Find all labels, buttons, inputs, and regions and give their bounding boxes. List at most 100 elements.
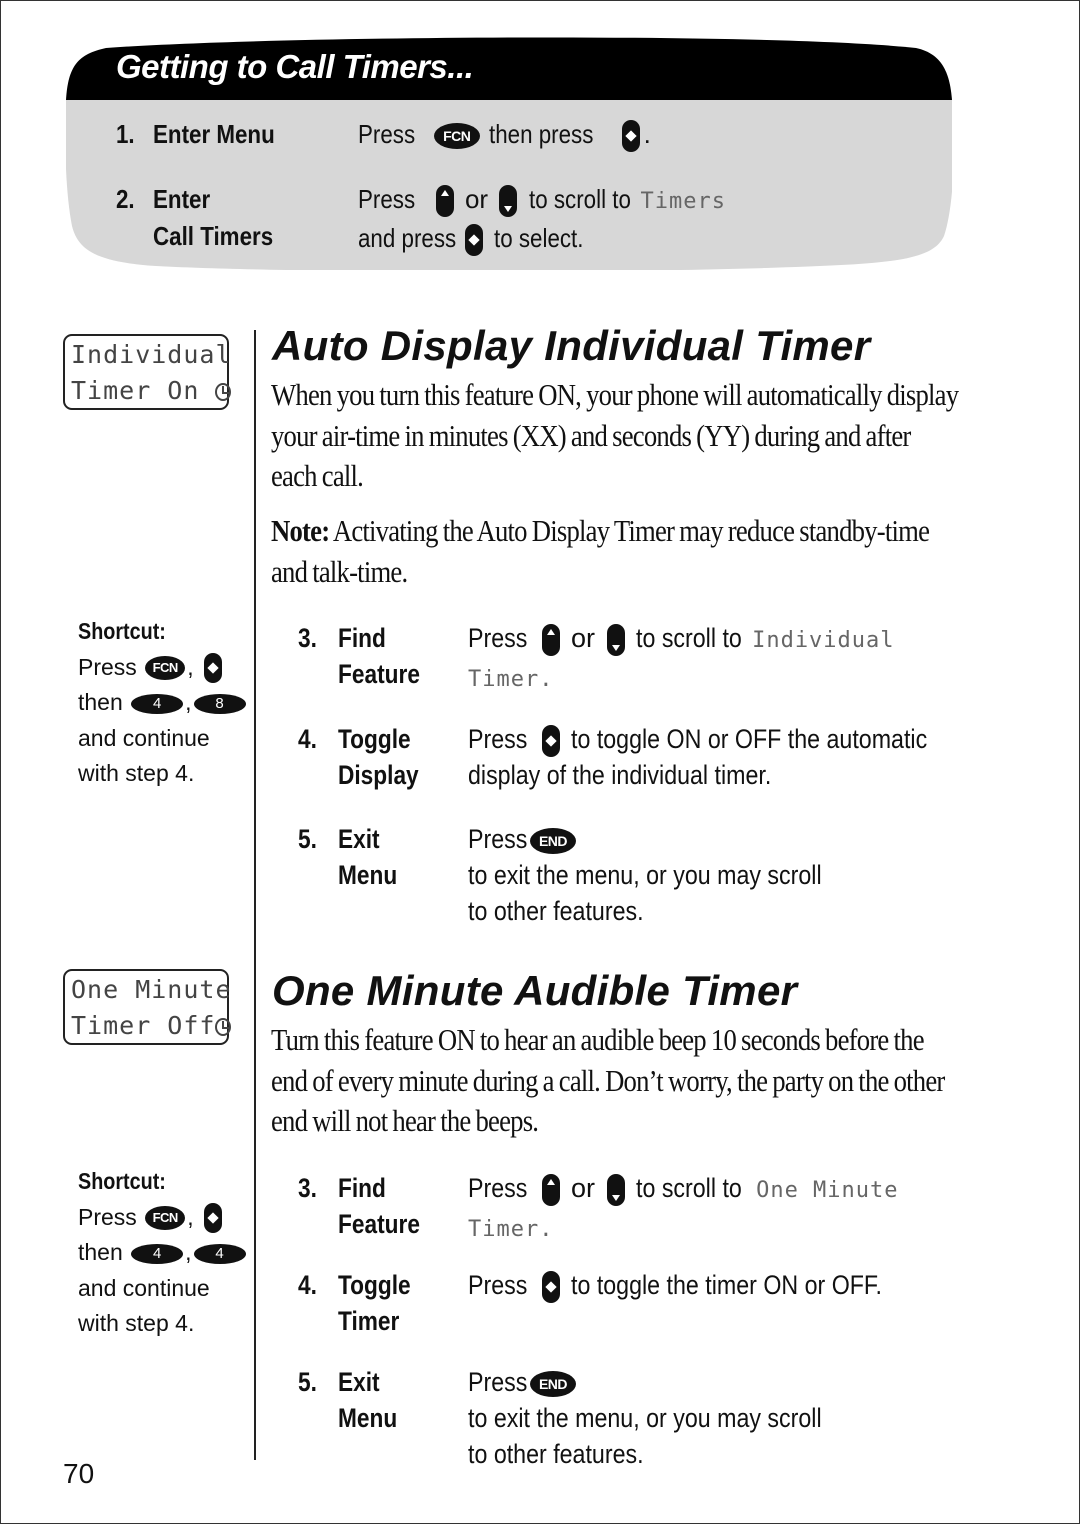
shortcut-text: then <box>78 689 123 715</box>
step-label: Timer <box>338 1306 400 1336</box>
select-key-icon <box>203 1203 222 1234</box>
desc-text: Press <box>468 724 528 754</box>
step-number: 5. <box>298 824 317 854</box>
step-label: Find <box>338 623 386 653</box>
step-label: Exit <box>338 824 380 854</box>
step-label: Feature <box>338 659 420 689</box>
desc-text: Press <box>468 1173 528 1203</box>
intro-text: Turn this feature ON to hear an audible … <box>271 1022 945 1138</box>
comma: , <box>187 653 194 680</box>
step-label: Exit <box>338 1367 380 1397</box>
key-8-icon: 8 <box>193 693 246 714</box>
section1-note: Note: Activating the Auto Display Timer … <box>271 511 961 592</box>
lcd-line-2: Timer On <box>71 376 200 405</box>
header-step-2: 2. <box>116 181 138 218</box>
section-title-auto-display: Auto Display Individual Timer <box>272 322 871 369</box>
shortcut-text: with step 4. <box>78 760 195 786</box>
section1-intro: When you turn this feature ON, your phon… <box>271 375 961 497</box>
lcd-display-one-minute-timer: One Minute Timer Off <box>63 969 232 1045</box>
key-4-icon: 4 <box>193 1243 246 1264</box>
end-key-icon: END <box>530 827 576 854</box>
desc-text: to toggle the timer ON or OFF. <box>571 1270 883 1300</box>
shortcut-title: Shortcut: <box>78 618 166 644</box>
step-label: Menu <box>338 1403 398 1433</box>
desc-text: Press <box>468 623 528 653</box>
step-label: Enter <box>153 184 211 214</box>
header-step-2-label-wrap: Enter Call Timers <box>153 181 293 255</box>
fcn-key-icon: FCN <box>145 1206 186 1231</box>
shortcut-text: and continue <box>78 1274 210 1301</box>
comma: , <box>187 1203 194 1230</box>
comma: , <box>185 689 192 715</box>
select-key-icon <box>541 724 560 757</box>
desc-text: to exit the menu, or you may scroll <box>468 860 822 890</box>
select-key-icon <box>621 120 640 153</box>
comma: , <box>185 1239 192 1265</box>
select-key-icon <box>203 653 222 684</box>
note-text: Activating the Auto Display Timer may re… <box>271 513 930 589</box>
step-number: 4. <box>298 724 317 754</box>
step-label: Menu <box>338 860 398 890</box>
scroll-down-key-icon <box>499 185 518 218</box>
desc-text: and press <box>358 223 457 253</box>
shortcut-text: and continue <box>78 724 210 751</box>
step-label: Toggle <box>338 1270 411 1300</box>
lcd-line-1: One Minute <box>71 975 232 1004</box>
desc-text: to exit the menu, or you may scroll <box>468 1403 822 1433</box>
scroll-up-key-icon <box>541 623 560 656</box>
lcd-inline-text: Timers <box>640 189 727 214</box>
step-label: Feature <box>338 1209 420 1239</box>
shortcut-text: Press <box>78 653 137 680</box>
desc-text: then press <box>488 119 594 149</box>
desc-text: Press <box>468 824 528 854</box>
scroll-up-key-icon <box>435 185 454 218</box>
desc-text: to scroll to <box>636 623 742 653</box>
step-label: Find <box>338 1173 386 1203</box>
scroll-down-key-icon <box>606 1173 625 1206</box>
section-title-one-minute: One Minute Audible Timer <box>272 967 798 1014</box>
select-key-icon <box>465 224 484 257</box>
header-step-1: 1. <box>116 116 138 153</box>
lcd-inline-text: Timer. <box>468 1217 554 1242</box>
shortcut-section1: Shortcut: Press FCN, then 4,8 and contin… <box>78 614 258 792</box>
lcd-line-1: Individual <box>71 340 232 369</box>
key-4-icon: 4 <box>131 693 184 714</box>
step-number: 2. <box>116 184 135 214</box>
lcd-inline-text: One Minute <box>756 1178 899 1203</box>
desc-text: or <box>571 1173 596 1203</box>
header-step-1-desc: Press FCN then press . <box>358 116 651 153</box>
header-title: Getting to Call Timers... <box>116 48 474 85</box>
step-label: Enter Menu <box>153 119 275 149</box>
desc-text: Press <box>358 184 416 214</box>
lcd-line-2: Timer Off <box>71 1011 216 1040</box>
shortcut-text: with step 4. <box>78 1310 195 1336</box>
desc-text: or <box>464 184 489 214</box>
lcd-inline-text: Individual <box>752 628 895 653</box>
section2-intro: Turn this feature ON to hear an audible … <box>271 1020 961 1142</box>
desc-text: Press <box>468 1367 528 1397</box>
desc-text: Press <box>358 119 416 149</box>
header-step-1-label-wrap: Enter Menu <box>153 116 295 153</box>
desc-text: to other features. <box>468 896 644 926</box>
key-4-icon: 4 <box>131 1243 184 1264</box>
fcn-key-icon: FCN <box>145 656 186 681</box>
shortcut-section2: Shortcut: Press FCN, then 4,4 and contin… <box>78 1164 258 1342</box>
shortcut-text: Press <box>78 1203 137 1230</box>
shortcut-text: then <box>78 1239 123 1265</box>
desc-text: . <box>643 119 651 149</box>
step-label: Call Timers <box>153 221 274 251</box>
step-number: 3. <box>298 623 317 653</box>
desc-text: display of the individual timer. <box>468 760 772 790</box>
desc-text: to other features. <box>468 1439 644 1469</box>
step-number: 3. <box>298 1173 317 1203</box>
step-number: 5. <box>298 1367 317 1397</box>
note-label: Note: <box>271 513 330 548</box>
lcd-inline-text: Timer. <box>468 667 554 692</box>
scroll-down-key-icon <box>606 623 625 656</box>
scroll-up-key-icon <box>541 1173 560 1206</box>
fcn-key-icon: FCN <box>433 123 480 150</box>
shortcut-title: Shortcut: <box>78 1168 166 1194</box>
desc-text: to scroll to <box>636 1173 742 1203</box>
step-number: 4. <box>298 1270 317 1300</box>
desc-text: Press <box>468 1270 528 1300</box>
